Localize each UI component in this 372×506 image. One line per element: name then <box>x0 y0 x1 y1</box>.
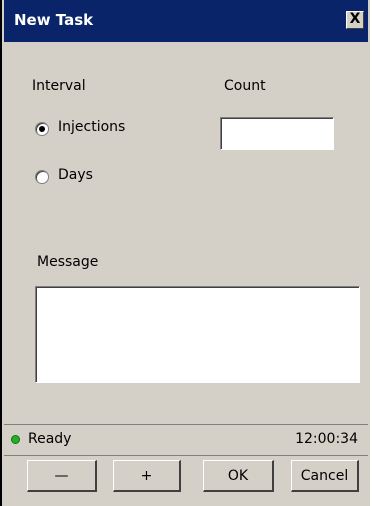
status-indicator-icon <box>11 435 20 444</box>
days-radio[interactable] <box>35 170 49 184</box>
close-button[interactable]: X <box>346 11 364 29</box>
injections-option-label[interactable]: Injections <box>58 119 125 135</box>
status-text: Ready <box>28 431 72 447</box>
plus-button[interactable]: + <box>113 460 181 492</box>
button-bar: — + OK Cancel <box>4 455 368 496</box>
new-task-dialog: New Task X Interval Count Injections Day… <box>0 0 370 506</box>
plus-icon: + <box>140 467 153 484</box>
close-icon: X <box>349 11 361 27</box>
title-bar[interactable]: New Task X <box>4 0 368 42</box>
count-label: Count <box>224 78 266 94</box>
interval-label: Interval <box>32 78 86 94</box>
dialog-title: New Task <box>14 11 94 29</box>
radio-selected-dot <box>39 126 45 132</box>
status-time: 12:00:34 <box>295 431 358 447</box>
minus-button[interactable]: — <box>27 460 97 492</box>
days-option-label[interactable]: Days <box>58 167 93 183</box>
injections-radio[interactable] <box>35 122 49 136</box>
message-label: Message <box>37 254 99 270</box>
ok-button[interactable]: OK <box>203 460 274 492</box>
count-input[interactable] <box>220 117 334 150</box>
minus-icon: — <box>54 467 69 484</box>
status-bar: Ready 12:00:34 <box>4 424 368 455</box>
cancel-button[interactable]: Cancel <box>291 460 359 492</box>
message-textarea[interactable] <box>35 286 360 383</box>
